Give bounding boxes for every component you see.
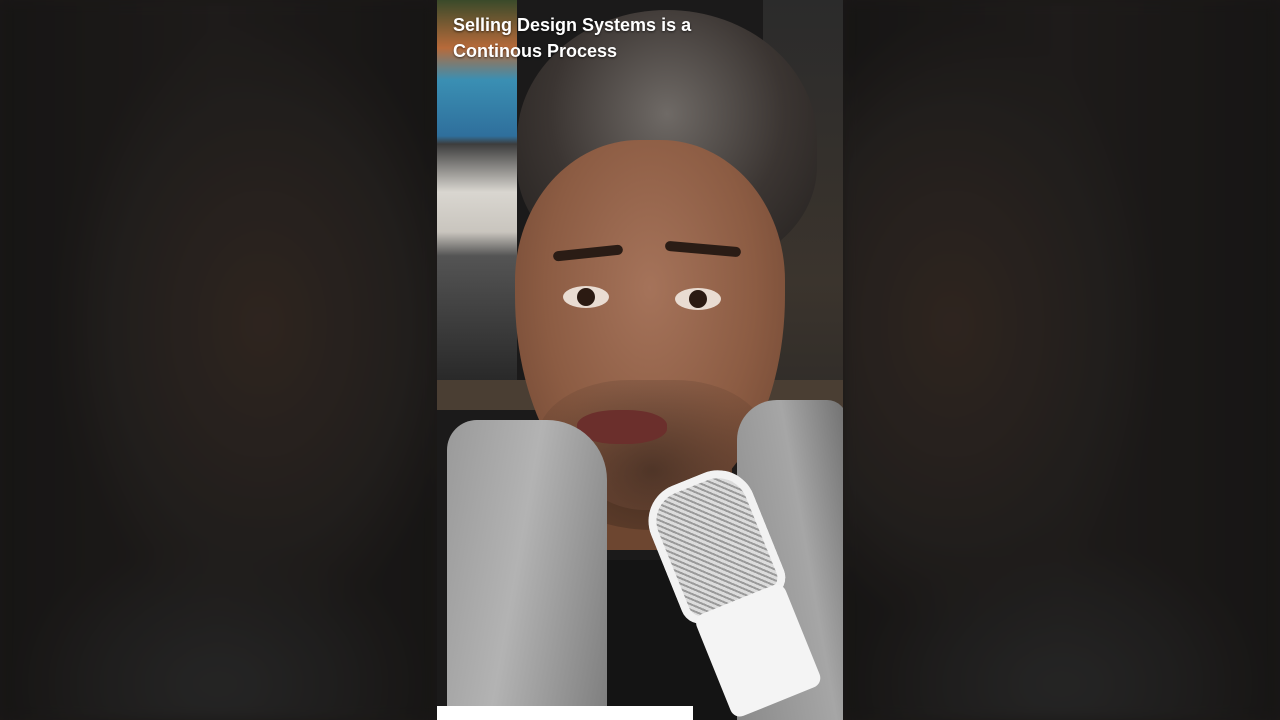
blurred-background-right [843, 0, 1280, 720]
left-eyebrow [552, 244, 624, 262]
blurred-background-left [0, 0, 437, 720]
progress-strip [437, 706, 693, 720]
left-eye [563, 286, 609, 308]
video-caption: Selling Design Systems is a Continous Pr… [453, 12, 833, 64]
caption-line-1: Selling Design Systems is a [453, 15, 692, 35]
caption-line-2: Continous Process [453, 41, 618, 61]
right-eyebrow [664, 240, 742, 258]
right-eye [675, 288, 721, 310]
scarf-left [447, 420, 607, 720]
video-frame[interactable] [437, 0, 843, 720]
